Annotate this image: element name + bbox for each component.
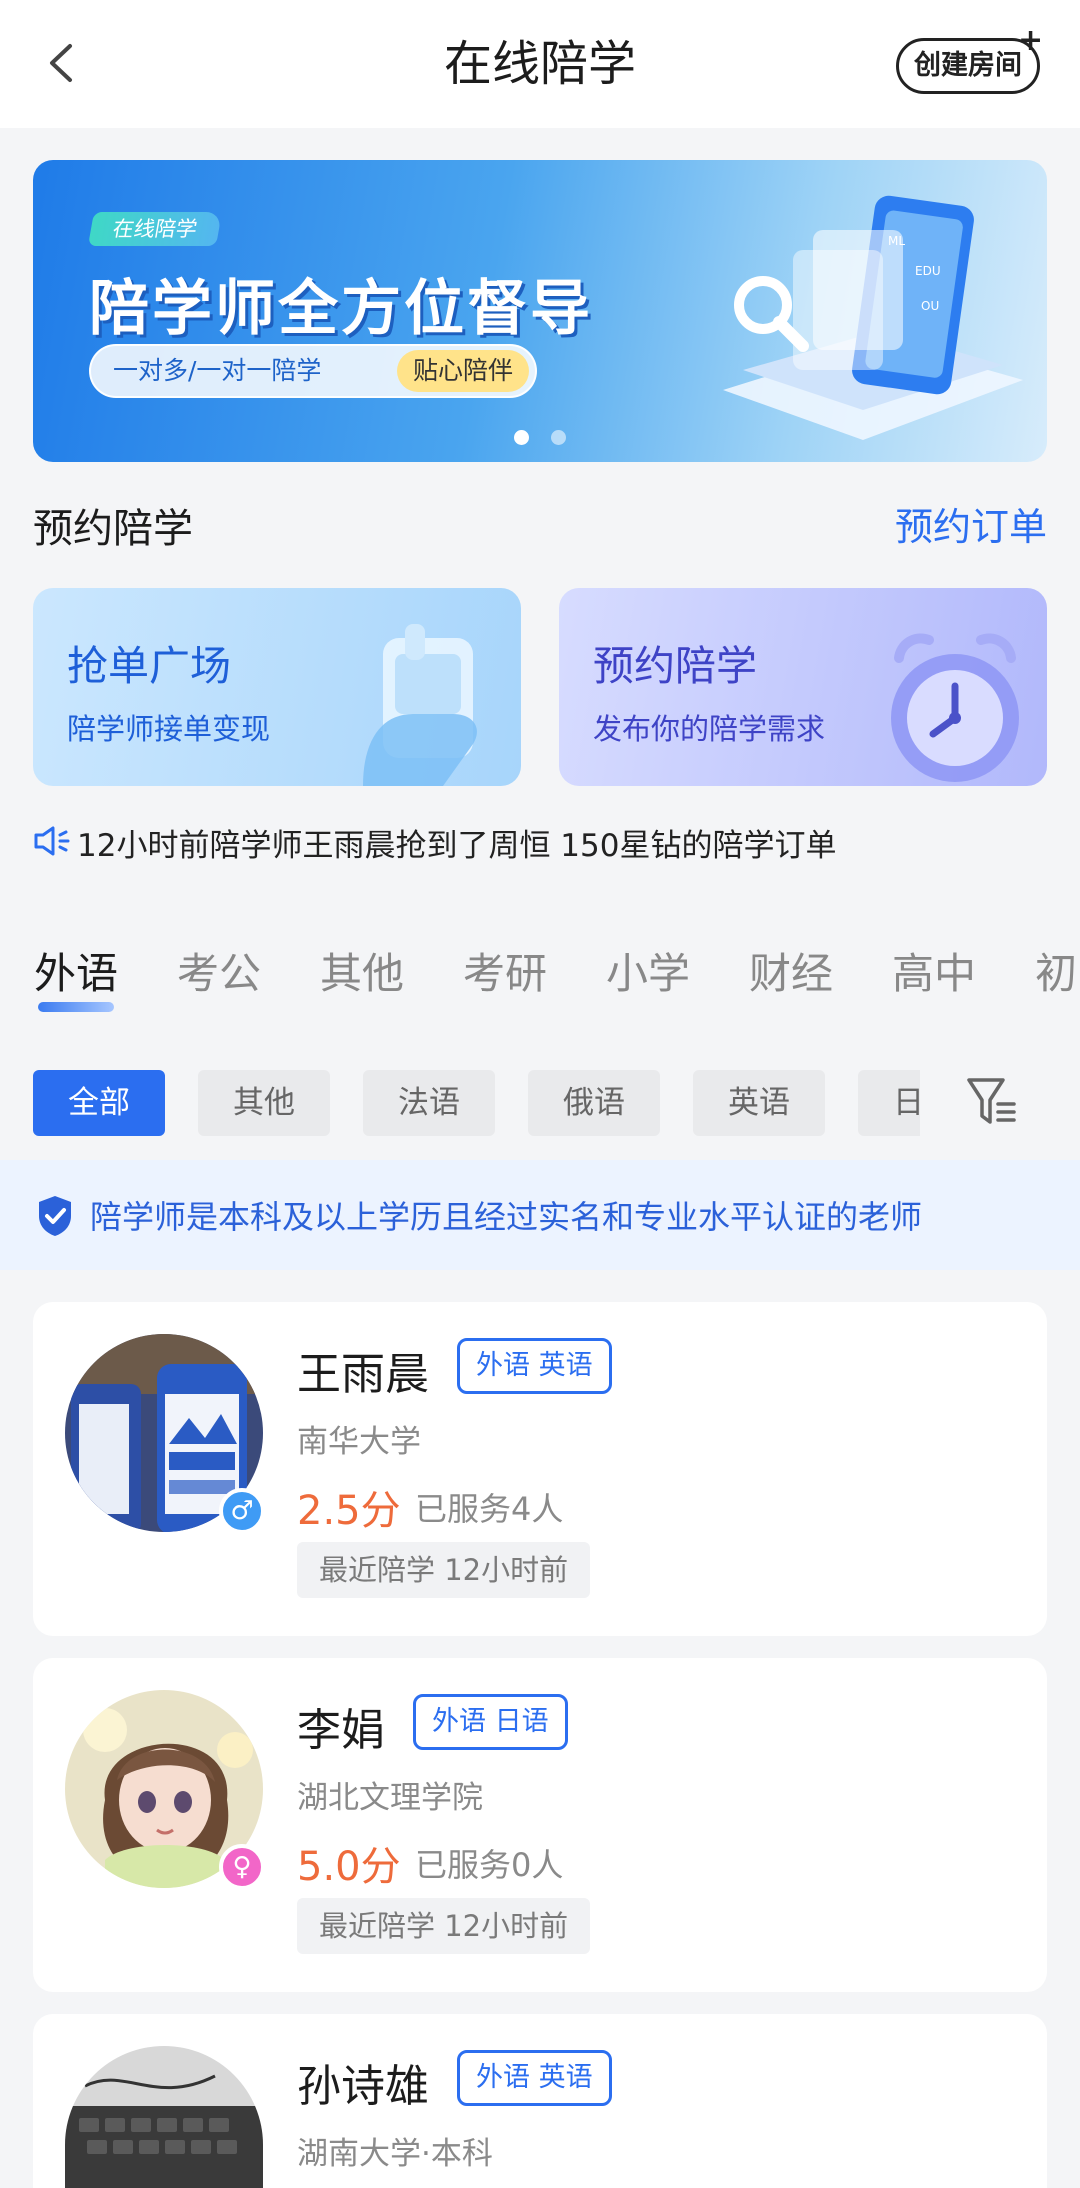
tab-finance[interactable]: 财经 bbox=[749, 940, 833, 1001]
promo-banner[interactable]: 在线陪学 陪学师全方位督导 一对多/一对一陪学 贴心陪伴 ML EDU OU bbox=[33, 160, 1047, 462]
tutor-school: 湖南大学·本科 bbox=[297, 2136, 493, 2172]
shield-check-icon bbox=[39, 1196, 71, 1236]
chip-english[interactable]: 英语 bbox=[693, 1070, 825, 1136]
top-bar: 在线陪学 创建房间 + bbox=[0, 0, 1080, 128]
chip-russian[interactable]: 俄语 bbox=[528, 1070, 660, 1136]
gender-male-icon: ♂ bbox=[219, 1488, 265, 1534]
subcategory-chips: 全部 其他 法语 俄语 英语 日语 bbox=[0, 1070, 920, 1136]
tutor-card[interactable]: 孙诗雄 外语 英语 湖南大学·本科 bbox=[33, 2014, 1047, 2188]
booking-orders-link[interactable]: 预约订单 bbox=[895, 496, 1047, 551]
chip-french[interactable]: 法语 bbox=[363, 1070, 495, 1136]
verification-text: 陪学师是本科及以上学历且经过实名和专业水平认证的老师 bbox=[90, 1198, 923, 1236]
tutor-card[interactable]: ♀ 李娟 外语 日语 湖北文理学院 5.0分 已服务0人 最近陪学 12小时前 bbox=[33, 1658, 1047, 1992]
tutor-served-count: 已服务4人 bbox=[415, 1490, 564, 1528]
tab-postgraduate[interactable]: 考研 bbox=[463, 940, 547, 1001]
notice-text: 12小时前陪学师王雨晨抢到了周恒 150星钻的陪学订单 bbox=[77, 828, 837, 864]
banner-tag: 在线陪学 bbox=[88, 212, 222, 246]
banner-illustration-icon: ML EDU OU bbox=[723, 195, 1023, 440]
tab-civil-service[interactable]: 考公 bbox=[177, 940, 261, 1001]
card-title: 预约陪学 bbox=[593, 642, 757, 690]
subject-tag: 外语 英语 bbox=[457, 1338, 612, 1394]
tutor-recent-activity: 最近陪学 12小时前 bbox=[297, 1542, 591, 1598]
tutor-name: 孙诗雄 bbox=[297, 2061, 429, 2112]
card-title: 抢单广场 bbox=[67, 642, 231, 690]
tutor-recent-activity: 最近陪学 12小时前 bbox=[297, 1898, 591, 1954]
speaker-icon bbox=[34, 826, 70, 856]
banner-pill-highlight: 贴心陪伴 bbox=[396, 350, 529, 392]
card-subtitle: 陪学师接单变现 bbox=[67, 712, 271, 746]
banner-art-label: ML bbox=[888, 234, 905, 248]
tutor-score: 2.5分 bbox=[297, 1488, 401, 1534]
subject-tag: 外语 日语 bbox=[413, 1694, 568, 1750]
tutor-card[interactable]: ♂ 王雨晨 外语 英语 南华大学 2.5分 已服务4人 最近陪学 12小时前 bbox=[33, 1302, 1047, 1636]
verification-notice: 陪学师是本科及以上学历且经过实名和专业水平认证的老师 bbox=[0, 1160, 1080, 1270]
active-tab-indicator bbox=[38, 1002, 114, 1012]
tutor-school: 南华大学 bbox=[297, 1424, 421, 1460]
tutor-served-count: 已服务0人 bbox=[415, 1846, 564, 1884]
avatar bbox=[65, 2046, 263, 2188]
tab-other[interactable]: 其他 bbox=[320, 940, 404, 1001]
chip-all[interactable]: 全部 bbox=[33, 1070, 165, 1136]
card-subtitle: 发布你的陪学需求 bbox=[593, 712, 826, 746]
banner-art-label: OU bbox=[921, 299, 939, 313]
tutor-score: 5.0分 bbox=[297, 1844, 401, 1890]
tutor-name: 王雨晨 bbox=[297, 1349, 429, 1400]
tab-foreign-language[interactable]: 外语 bbox=[34, 940, 118, 1001]
tab-primary-school[interactable]: 小学 bbox=[606, 940, 690, 1001]
book-session-card[interactable]: 预约陪学 发布你的陪学需求 bbox=[559, 588, 1047, 786]
hand-phone-icon bbox=[363, 624, 477, 786]
alarm-clock-icon bbox=[891, 633, 1019, 782]
subject-tag: 外语 英语 bbox=[457, 2050, 612, 2106]
banner-art-label: EDU bbox=[915, 264, 941, 278]
tutor-name: 李娟 bbox=[297, 1705, 385, 1756]
filter-icon[interactable] bbox=[966, 1074, 1018, 1130]
grab-order-card[interactable]: 抢单广场 陪学师接单变现 bbox=[33, 588, 521, 786]
gender-female-icon: ♀ bbox=[219, 1844, 265, 1890]
create-room-plus-icon: + bbox=[1018, 23, 1044, 58]
carousel-indicator bbox=[33, 430, 1047, 449]
section-title: 预约陪学 bbox=[33, 506, 193, 552]
chip-japanese[interactable]: 日语 bbox=[858, 1070, 920, 1136]
tab-junior-high[interactable]: 初中 bbox=[1035, 940, 1080, 1001]
banner-headline: 陪学师全方位督导 bbox=[89, 274, 593, 344]
chip-other[interactable]: 其他 bbox=[198, 1070, 330, 1136]
tab-high-school[interactable]: 高中 bbox=[892, 940, 976, 1001]
tutor-school: 湖北文理学院 bbox=[297, 1780, 483, 1816]
banner-pill-text: 一对多/一对一陪学 bbox=[113, 356, 322, 385]
carousel-dot[interactable] bbox=[550, 430, 566, 445]
carousel-dot-active[interactable] bbox=[514, 430, 530, 445]
category-tabs: 外语 考公 其他 考研 小学 财经 高中 初中 bbox=[0, 930, 1080, 1020]
banner-pill: 一对多/一对一陪学 贴心陪伴 bbox=[89, 344, 537, 398]
